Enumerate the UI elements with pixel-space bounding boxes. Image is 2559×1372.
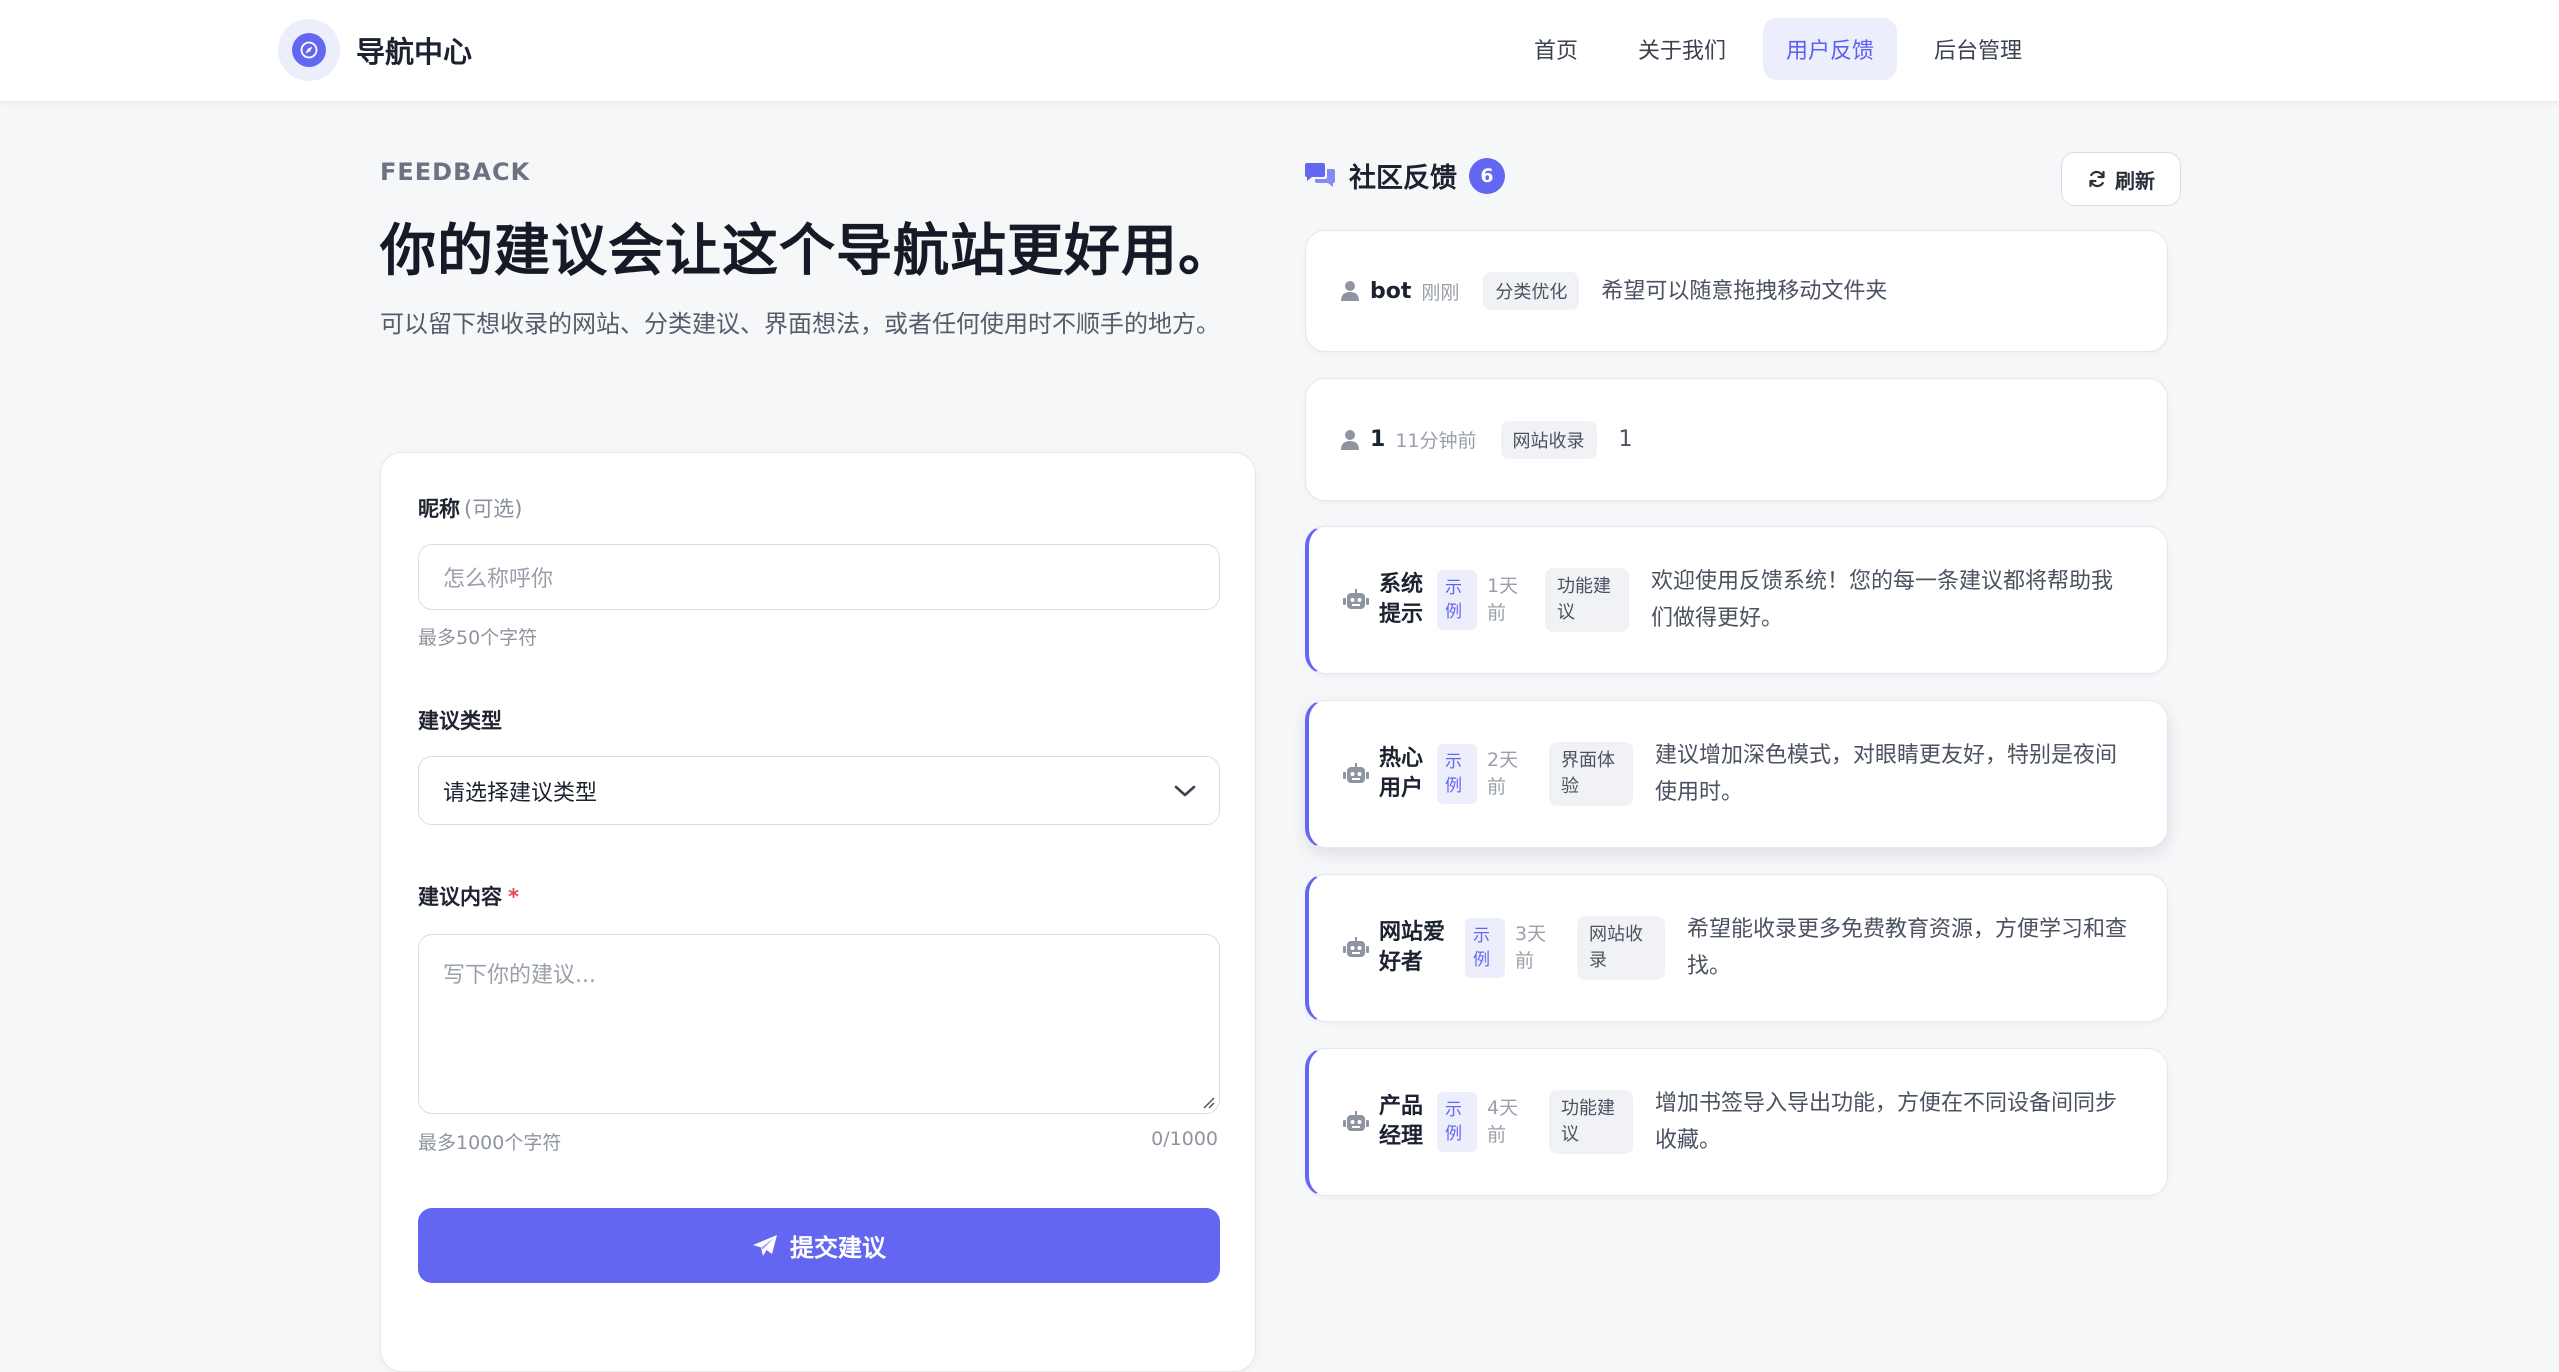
nav-feedback[interactable]: 用户反馈: [1762, 18, 1897, 80]
brand-name: 导航中心: [356, 35, 473, 69]
nickname-input[interactable]: 怎么称呼你: [418, 544, 1220, 610]
nav-admin[interactable]: 后台管理: [1911, 18, 2045, 80]
category-tag: 功能建议: [1549, 1090, 1633, 1154]
feedback-count-badge: 6: [1469, 157, 1505, 194]
type-label: 建议类型: [418, 709, 502, 733]
refresh-label: 刷新: [2115, 168, 2155, 193]
nickname-label: 昵称 (可选): [418, 497, 523, 521]
nickname-placeholder: 怎么称呼你: [443, 567, 554, 592]
feedback-form: 昵称 (可选) 怎么称呼你 最多50个字符 建议类型 请选择建议类型 建议内容 * …: [380, 452, 1256, 1372]
feedback-card: 1 11分钟前 网站收录 1: [1305, 378, 2168, 501]
robot-icon: [1343, 763, 1369, 785]
author-name: bot: [1370, 278, 1412, 304]
feedback-text: 建议增加深色模式，对眼睛更友好，特别是夜间使用时。: [1655, 743, 2118, 805]
comments-icon: [1305, 162, 1335, 187]
author-name: 1: [1370, 427, 1386, 452]
user-icon: [1340, 280, 1360, 302]
page-title: 你的建议会让这个导航站更好用。: [380, 219, 1235, 284]
category-tag: 网站收录: [1577, 916, 1665, 980]
author-name: 热心用户: [1379, 746, 1424, 801]
post-time: 刚刚: [1421, 281, 1460, 304]
sample-tag: 示例: [1437, 570, 1477, 630]
page-subtitle: 可以留下想收录的网站、分类建议、界面想法，或者任何使用时不顺手的地方。: [380, 310, 1220, 338]
feedback-text: 希望能收录更多免费教育资源，方便学习和查找。: [1687, 917, 2128, 979]
author-name: 系统提示: [1379, 572, 1424, 627]
submit-label: 提交建议: [790, 1234, 886, 1262]
refresh-button[interactable]: 刷新: [2061, 152, 2181, 206]
post-time: 2天前: [1487, 749, 1519, 798]
nickname-hint: 最多50个字符: [418, 627, 538, 649]
post-time: 1天前: [1487, 575, 1519, 624]
robot-icon: [1343, 937, 1369, 959]
user-icon: [1340, 429, 1360, 451]
author-name: 网站爱好者: [1379, 920, 1446, 975]
chevron-down-icon: [1174, 785, 1196, 796]
brand[interactable]: 导航中心: [278, 19, 472, 81]
sample-tag: 示例: [1465, 918, 1505, 978]
community-title: 社区反馈: [1349, 163, 1457, 194]
type-select[interactable]: 请选择建议类型: [418, 756, 1220, 825]
section-eyebrow: FEEDBACK: [380, 158, 531, 186]
post-time: 3天前: [1515, 923, 1547, 972]
feedback-text: 1: [1618, 427, 1633, 452]
robot-icon: [1343, 589, 1369, 611]
feedback-card: bot 刚刚 分类优化 希望可以随意拖拽移动文件夹: [1305, 230, 2168, 352]
post-time: 11分钟前: [1395, 430, 1477, 452]
category-tag: 界面体验: [1549, 742, 1633, 806]
content-placeholder: 写下你的建议...: [443, 963, 596, 988]
post-time: 4天前: [1487, 1097, 1519, 1146]
feedback-text: 增加书签导入导出功能，方便在不同设备间同步收藏。: [1655, 1091, 2118, 1153]
author-name: 产品经理: [1379, 1094, 1424, 1149]
feedback-text: 希望可以随意拖拽移动文件夹: [1601, 278, 1888, 304]
paper-plane-icon: [753, 1234, 777, 1256]
category-tag: 网站收录: [1500, 420, 1597, 459]
char-counter: 0/1000: [1151, 1128, 1218, 1150]
feedback-text: 欢迎使用反馈系统！您的每一条建议都将帮助我们做得更好。: [1651, 569, 2114, 631]
feedback-card: 热心用户 示例 2天前 界面体验 建议增加深色模式，对眼睛更友好，特别是夜间使用…: [1305, 700, 2168, 848]
feedback-card: 系统提示 示例 1天前 功能建议 欢迎使用反馈系统！您的每一条建议都将帮助我们做…: [1305, 526, 2168, 674]
robot-icon: [1343, 1111, 1369, 1133]
type-selected-value: 请选择建议类型: [443, 780, 598, 806]
sample-tag: 示例: [1437, 1092, 1477, 1152]
main-nav: 首页 关于我们 用户反馈 后台管理: [1511, 18, 2045, 80]
feedback-card: 网站爱好者 示例 3天前 网站收录 希望能收录更多免费教育资源，方便学习和查找。: [1305, 874, 2168, 1022]
category-tag: 功能建议: [1545, 568, 1629, 632]
nav-home[interactable]: 首页: [1511, 18, 1601, 80]
compass-icon: [278, 19, 340, 81]
top-header: 导航中心 首页 关于我们 用户反馈 后台管理: [0, 0, 2559, 102]
resize-handle-icon[interactable]: [1201, 1095, 1215, 1109]
category-tag: 分类优化: [1483, 272, 1580, 310]
nav-about[interactable]: 关于我们: [1615, 18, 1749, 80]
community-header: 社区反馈 6: [1303, 156, 1505, 195]
feedback-card: 产品经理 示例 4天前 功能建议 增加书签导入导出功能，方便在不同设备间同步收藏…: [1305, 1048, 2168, 1196]
content-label: 建议内容 *: [418, 885, 519, 909]
content-hint: 最多1000个字符: [418, 1132, 562, 1154]
refresh-icon: [2089, 170, 2105, 188]
content-textarea[interactable]: 写下你的建议...: [418, 934, 1220, 1114]
submit-button[interactable]: 提交建议: [418, 1208, 1220, 1283]
sample-tag: 示例: [1437, 744, 1477, 804]
